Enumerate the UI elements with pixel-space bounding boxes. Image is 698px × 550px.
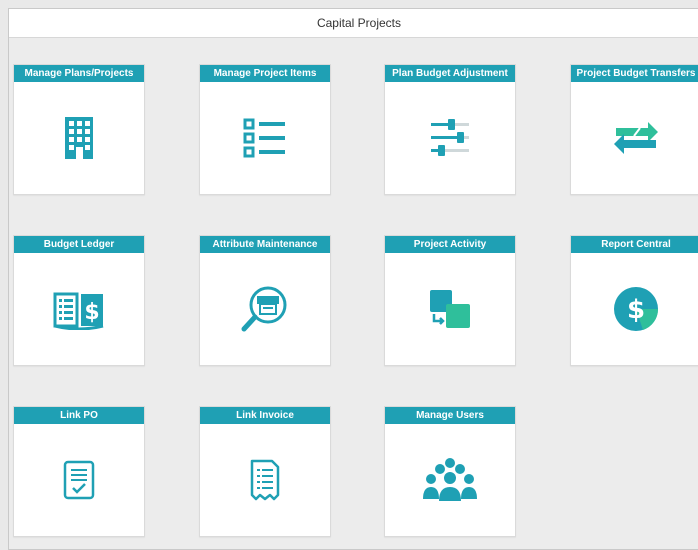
tile-title: Link PO [14, 407, 144, 424]
transfer-arrows-icon [571, 82, 698, 194]
svg-text:$: $ [84, 300, 99, 325]
building-icon [14, 82, 144, 194]
tile-report-central[interactable]: Report Central $ [570, 235, 698, 366]
activity-squares-icon [385, 253, 515, 365]
tile-title: Manage Plans/Projects [14, 65, 144, 82]
document-check-icon [14, 424, 144, 536]
list-icon [200, 82, 330, 194]
tile-title: Manage Project Items [200, 65, 330, 82]
tile-plan-budget-adjustment[interactable]: Plan Budget Adjustment [384, 64, 516, 195]
tile-title: Project Budget Transfers [571, 65, 698, 82]
tile-attribute-maintenance[interactable]: Attribute Maintenance [199, 235, 331, 366]
tile-manage-project-items[interactable]: Manage Project Items [199, 64, 331, 195]
tile-title: Budget Ledger [14, 236, 144, 253]
tile-title: Manage Users [385, 407, 515, 424]
tile-title: Plan Budget Adjustment [385, 65, 515, 82]
tile-title: Attribute Maintenance [200, 236, 330, 253]
svg-text:$: $ [627, 295, 645, 325]
tile-project-budget-transfers[interactable]: Project Budget Transfers [570, 64, 698, 195]
tile-manage-users[interactable]: Manage Users [384, 406, 516, 537]
magnifier-icon [200, 253, 330, 365]
tile-link-invoice[interactable]: Link Invoice [199, 406, 331, 537]
sliders-icon [385, 82, 515, 194]
receipt-icon [200, 424, 330, 536]
tile-manage-plans-projects[interactable]: Manage Plans/Projects [13, 64, 145, 195]
tile-title: Report Central [571, 236, 698, 253]
app-frame: Capital Projects Manage Plans/Projects M… [8, 8, 698, 550]
tile-project-activity[interactable]: Project Activity [384, 235, 516, 366]
ledger-dollar-icon: $ [14, 253, 144, 365]
users-group-icon [385, 424, 515, 536]
tile-title: Project Activity [385, 236, 515, 253]
tile-budget-ledger[interactable]: Budget Ledger $ [13, 235, 145, 366]
tile-title: Link Invoice [200, 407, 330, 424]
page-title: Capital Projects [316, 16, 402, 30]
page-header: Capital Projects [9, 9, 698, 38]
dollar-circle-icon: $ [571, 253, 698, 365]
tile-link-po[interactable]: Link PO [13, 406, 145, 537]
